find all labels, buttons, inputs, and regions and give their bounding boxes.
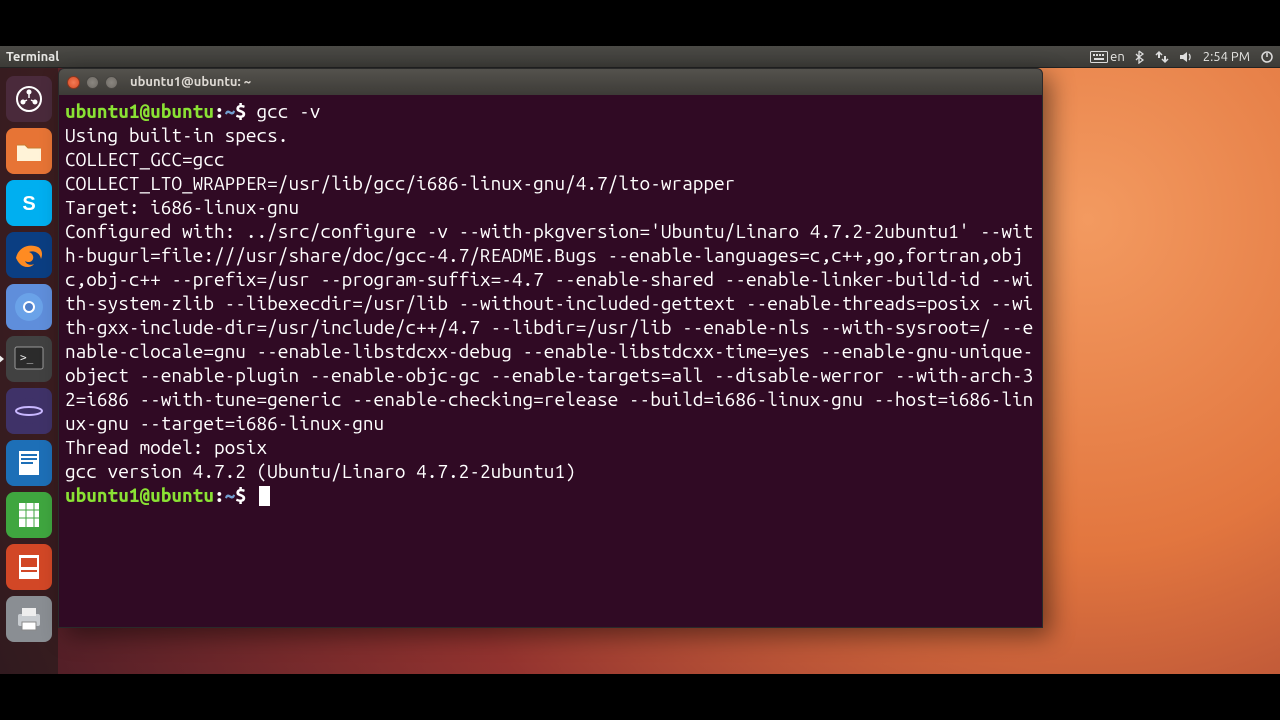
calc-icon[interactable] [6,492,52,538]
window-maximize-button[interactable] [105,76,118,89]
bluetooth-icon[interactable] [1135,50,1145,64]
keyboard-indicator[interactable]: en [1090,50,1125,64]
terminal-body[interactable]: ubuntu1@ubuntu:~$ gcc -v Using built-in … [59,95,1042,627]
impress-icon[interactable] [6,544,52,590]
menu-bar: Terminal en 2:54 PM [0,46,1280,68]
terminal-window: ubuntu1@ubuntu: ~ ubuntu1@ubuntu:~$ gcc … [58,68,1043,628]
letterbox-bottom [0,674,1280,720]
eclipse-icon[interactable] [6,388,52,434]
terminal-icon[interactable]: >_ [6,336,52,382]
terminal-titlebar[interactable]: ubuntu1@ubuntu: ~ [59,69,1042,95]
window-close-button[interactable] [67,76,80,89]
terminal-command: gcc -v [257,100,321,122]
window-minimize-button[interactable] [86,76,99,89]
keyboard-lang: en [1110,50,1125,64]
prompt-path: ~ [225,100,236,122]
network-icon[interactable] [1155,50,1169,64]
firefox-icon[interactable] [6,232,52,278]
terminal-cursor [259,486,270,506]
skype-icon[interactable]: S [6,180,52,226]
dash-icon[interactable] [6,76,52,122]
sound-icon[interactable] [1179,50,1193,64]
svg-text:S: S [22,193,35,215]
prompt-user: ubuntu1@ubuntu [65,100,214,122]
writer-icon[interactable] [6,440,52,486]
chromium-icon[interactable] [6,284,52,330]
session-icon[interactable] [1260,50,1274,64]
letterbox-top [0,0,1280,46]
svg-text:>_: >_ [20,351,34,364]
files-icon[interactable] [6,128,52,174]
clock[interactable]: 2:54 PM [1203,50,1250,64]
printer-icon[interactable] [6,596,52,642]
terminal-title: ubuntu1@ubuntu: ~ [130,75,251,89]
active-app-label: Terminal [6,50,59,64]
terminal-output: Using built-in specs. COLLECT_GCC=gcc CO… [65,124,1033,482]
unity-launcher: S >_ [0,68,58,674]
